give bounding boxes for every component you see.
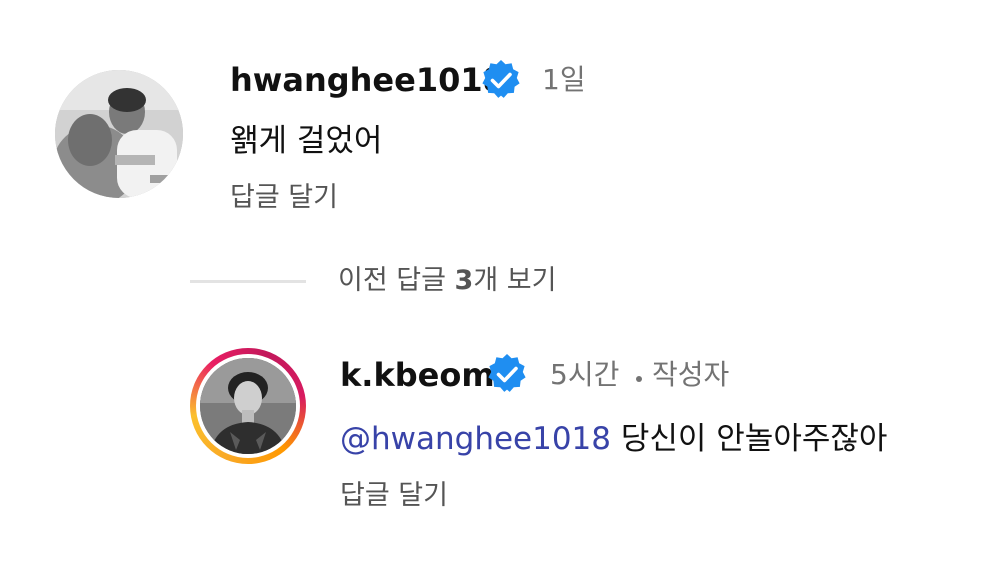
separator-dot <box>636 376 642 382</box>
view-previous-prefix: 이전 답글 <box>338 265 455 296</box>
profile-photo-grayscale <box>55 70 183 198</box>
comment-timestamp: 5시간 <box>550 358 620 391</box>
comment-body: 당신이 안놀아주잖아 <box>611 421 888 457</box>
view-previous-suffix: 개 보기 <box>473 265 557 296</box>
profile-photo-grayscale <box>200 358 296 454</box>
reply-button[interactable]: 답글 달기 <box>340 478 448 514</box>
replies-divider <box>190 280 306 283</box>
view-previous-count: 3 <box>454 265 474 296</box>
avatar[interactable] <box>200 358 296 454</box>
verified-badge-icon <box>482 60 520 98</box>
mention-link[interactable]: @hwanghee1018 <box>340 421 611 457</box>
verified-badge-icon <box>488 354 526 392</box>
view-previous-replies-button[interactable]: 이전 답글 3개 보기 <box>338 262 556 300</box>
avatar[interactable] <box>55 70 183 198</box>
comment-text: 왥게 걸었어 <box>230 123 383 159</box>
comment-username[interactable]: hwanghee1018 <box>230 60 505 100</box>
comment-username[interactable]: k.kbeom <box>340 355 495 395</box>
author-label: 작성자 <box>652 358 730 391</box>
comment-text: @hwanghee1018 당신이 안놀아주잖아 <box>340 418 887 460</box>
comment-timestamp: 1일 <box>542 63 586 96</box>
reply-button[interactable]: 답글 달기 <box>230 180 338 216</box>
